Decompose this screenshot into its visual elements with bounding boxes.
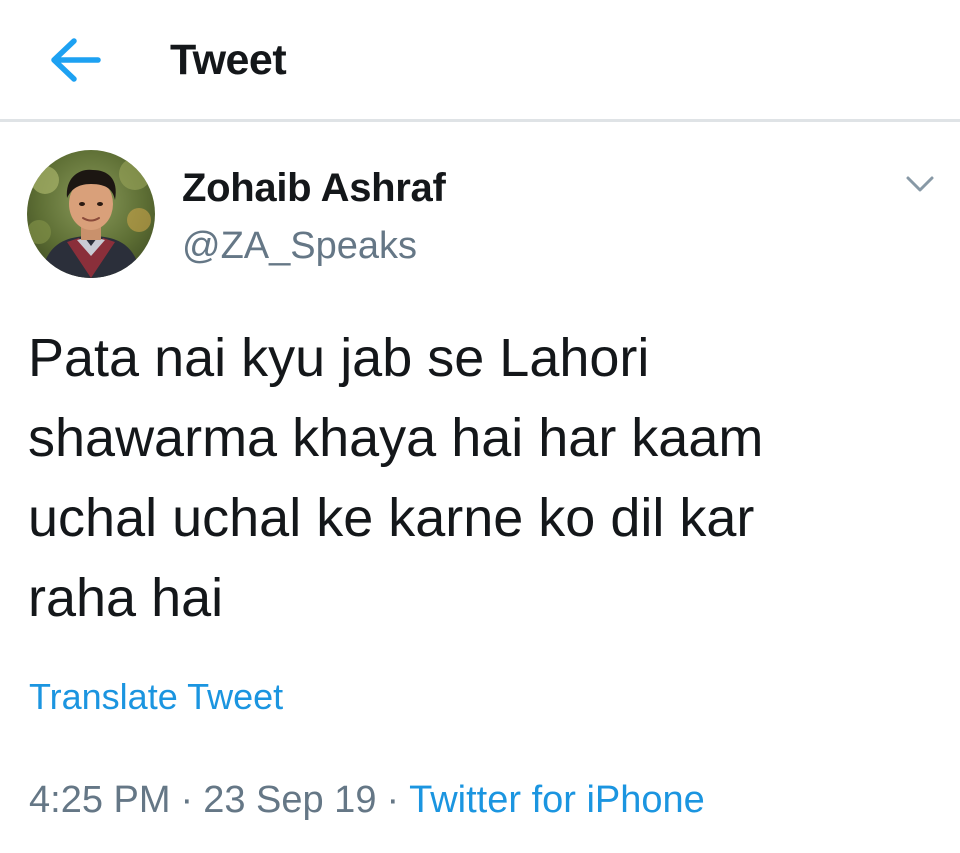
top-app-bar: Tweet bbox=[0, 0, 960, 122]
translate-tweet-link[interactable]: Translate Tweet bbox=[29, 676, 283, 718]
tweet-metadata: 4:25 PM · 23 Sep 19 · Twitter for iPhone bbox=[29, 779, 705, 822]
meta-separator: · bbox=[180, 779, 194, 821]
meta-separator: · bbox=[386, 779, 400, 821]
back-button[interactable] bbox=[44, 30, 106, 90]
tweet-text: Pata nai kyu jab se Lahori shawarma khay… bbox=[28, 328, 764, 628]
tweet-source-link[interactable]: Twitter for iPhone bbox=[409, 779, 705, 821]
author-handle[interactable]: @ZA_Speaks bbox=[182, 225, 417, 268]
author-display-name[interactable]: Zohaib Ashraf bbox=[182, 166, 446, 211]
arrow-left-icon bbox=[51, 38, 101, 82]
tweet-time: 4:25 PM bbox=[29, 779, 171, 821]
tweet-date: 23 Sep 19 bbox=[203, 779, 377, 821]
page-title: Tweet bbox=[170, 36, 287, 84]
avatar[interactable] bbox=[27, 150, 155, 278]
chevron-down-icon bbox=[906, 176, 934, 192]
tweet-menu-button[interactable] bbox=[898, 166, 942, 202]
profile-photo bbox=[27, 150, 155, 278]
